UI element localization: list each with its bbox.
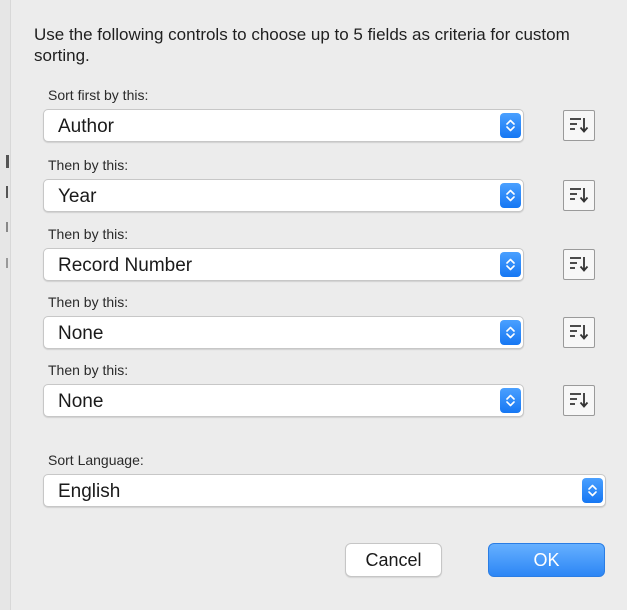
- sort-order-5-button[interactable]: [563, 385, 595, 416]
- sort-order-2-button[interactable]: [563, 180, 595, 211]
- sort-descending-icon: [570, 257, 589, 272]
- sort-then-label-3: Then by this:: [48, 226, 129, 242]
- sort-then-label-4: Then by this:: [48, 294, 129, 310]
- up-down-chevron-icon: [500, 252, 521, 277]
- background-text-fragment: [6, 222, 8, 232]
- up-down-chevron-icon: [500, 113, 521, 138]
- sort-language-popup[interactable]: English: [43, 474, 606, 507]
- sort-field-2-value: Year: [58, 186, 97, 207]
- up-down-chevron-icon: [500, 388, 521, 413]
- background-window-edge: [0, 0, 11, 610]
- sort-field-5-popup[interactable]: None: [43, 384, 524, 417]
- sort-language-label: Sort Language:: [48, 452, 144, 468]
- sort-field-1-value: Author: [58, 116, 114, 137]
- sort-descending-icon: [570, 188, 589, 203]
- sort-descending-icon: [570, 118, 589, 133]
- sort-order-4-button[interactable]: [563, 317, 595, 348]
- sort-then-label-5: Then by this:: [48, 362, 129, 378]
- sort-descending-icon: [570, 393, 589, 408]
- sort-field-4-value: None: [58, 323, 104, 344]
- sort-descending-icon: [570, 325, 589, 340]
- ok-button[interactable]: OK: [488, 543, 605, 577]
- sort-field-5-value: None: [58, 391, 104, 412]
- sort-then-label-2: Then by this:: [48, 157, 129, 173]
- up-down-chevron-icon: [500, 320, 521, 345]
- up-down-chevron-icon: [582, 478, 603, 503]
- background-text-fragment: [6, 258, 8, 268]
- app-window: Use the following controls to choose up …: [0, 0, 627, 610]
- sort-dialog: Use the following controls to choose up …: [12, 0, 627, 610]
- background-text-fragment: [6, 186, 8, 198]
- up-down-chevron-icon: [500, 183, 521, 208]
- sort-field-3-value: Record Number: [58, 255, 193, 276]
- sort-order-1-button[interactable]: [563, 110, 595, 141]
- dialog-instructions: Use the following controls to choose up …: [34, 25, 570, 65]
- sort-field-2-popup[interactable]: Year: [43, 179, 524, 212]
- sort-first-label: Sort first by this:: [48, 87, 149, 103]
- sort-field-3-popup[interactable]: Record Number: [43, 248, 524, 281]
- sort-order-3-button[interactable]: [563, 249, 595, 280]
- cancel-button[interactable]: Cancel: [345, 543, 442, 577]
- background-text-fragment: [6, 155, 9, 168]
- sort-field-4-popup[interactable]: None: [43, 316, 524, 349]
- sort-field-1-popup[interactable]: Author: [43, 109, 524, 142]
- sort-language-value: English: [58, 481, 121, 502]
